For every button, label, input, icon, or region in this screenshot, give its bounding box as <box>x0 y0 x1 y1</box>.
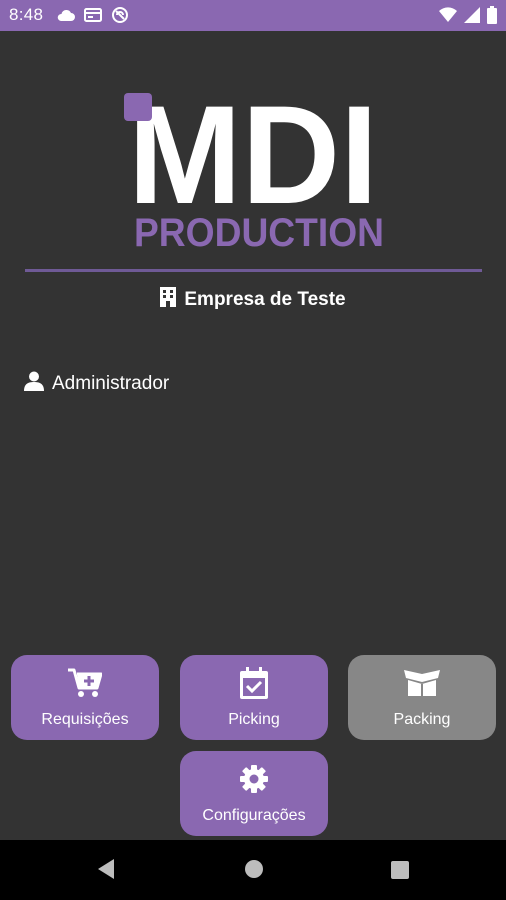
logo-square-icon <box>124 93 152 121</box>
battery-icon <box>487 6 497 29</box>
configuracoes-button[interactable]: Configurações <box>180 751 328 836</box>
gear-icon <box>239 763 269 795</box>
sync-icon <box>111 6 129 29</box>
picking-button[interactable]: Picking <box>180 655 328 740</box>
status-bar: 8:48 <box>0 0 506 31</box>
cart-plus-icon <box>68 667 102 699</box>
user-info: Administrador <box>24 371 169 397</box>
mdi-production-logo: MDI PRODUCTION <box>124 91 384 251</box>
open-box-icon <box>402 667 442 699</box>
back-icon[interactable] <box>96 858 116 885</box>
packing-button[interactable]: Packing <box>348 655 496 740</box>
status-icons-left <box>57 6 129 29</box>
building-icon <box>160 287 177 313</box>
cloud-icon <box>57 8 75 27</box>
home-icon[interactable] <box>244 858 264 885</box>
user-name: Administrador <box>52 373 170 394</box>
card-icon <box>84 8 102 27</box>
company-info: Empresa de Teste <box>0 287 506 313</box>
wifi-icon <box>439 7 457 28</box>
requisicoes-label: Requisições <box>41 711 129 728</box>
navigation-bar <box>0 840 506 900</box>
recents-icon[interactable] <box>391 858 409 885</box>
calendar-check-icon <box>240 667 268 699</box>
signal-icon <box>464 7 480 28</box>
company-name: Empresa de Teste <box>184 289 346 310</box>
header-divider <box>25 269 482 272</box>
status-icons-right <box>439 6 497 29</box>
requisicoes-button[interactable]: Requisições <box>11 655 159 740</box>
app-screen: MDI PRODUCTION Empresa de Teste Administ… <box>0 31 506 840</box>
picking-label: Picking <box>228 711 280 728</box>
status-time: 8:48 <box>9 5 44 24</box>
configuracoes-label: Configurações <box>202 807 306 824</box>
packing-label: Packing <box>393 711 451 728</box>
logo-sub-text: PRODUCTION <box>134 211 384 251</box>
user-icon <box>24 371 44 397</box>
